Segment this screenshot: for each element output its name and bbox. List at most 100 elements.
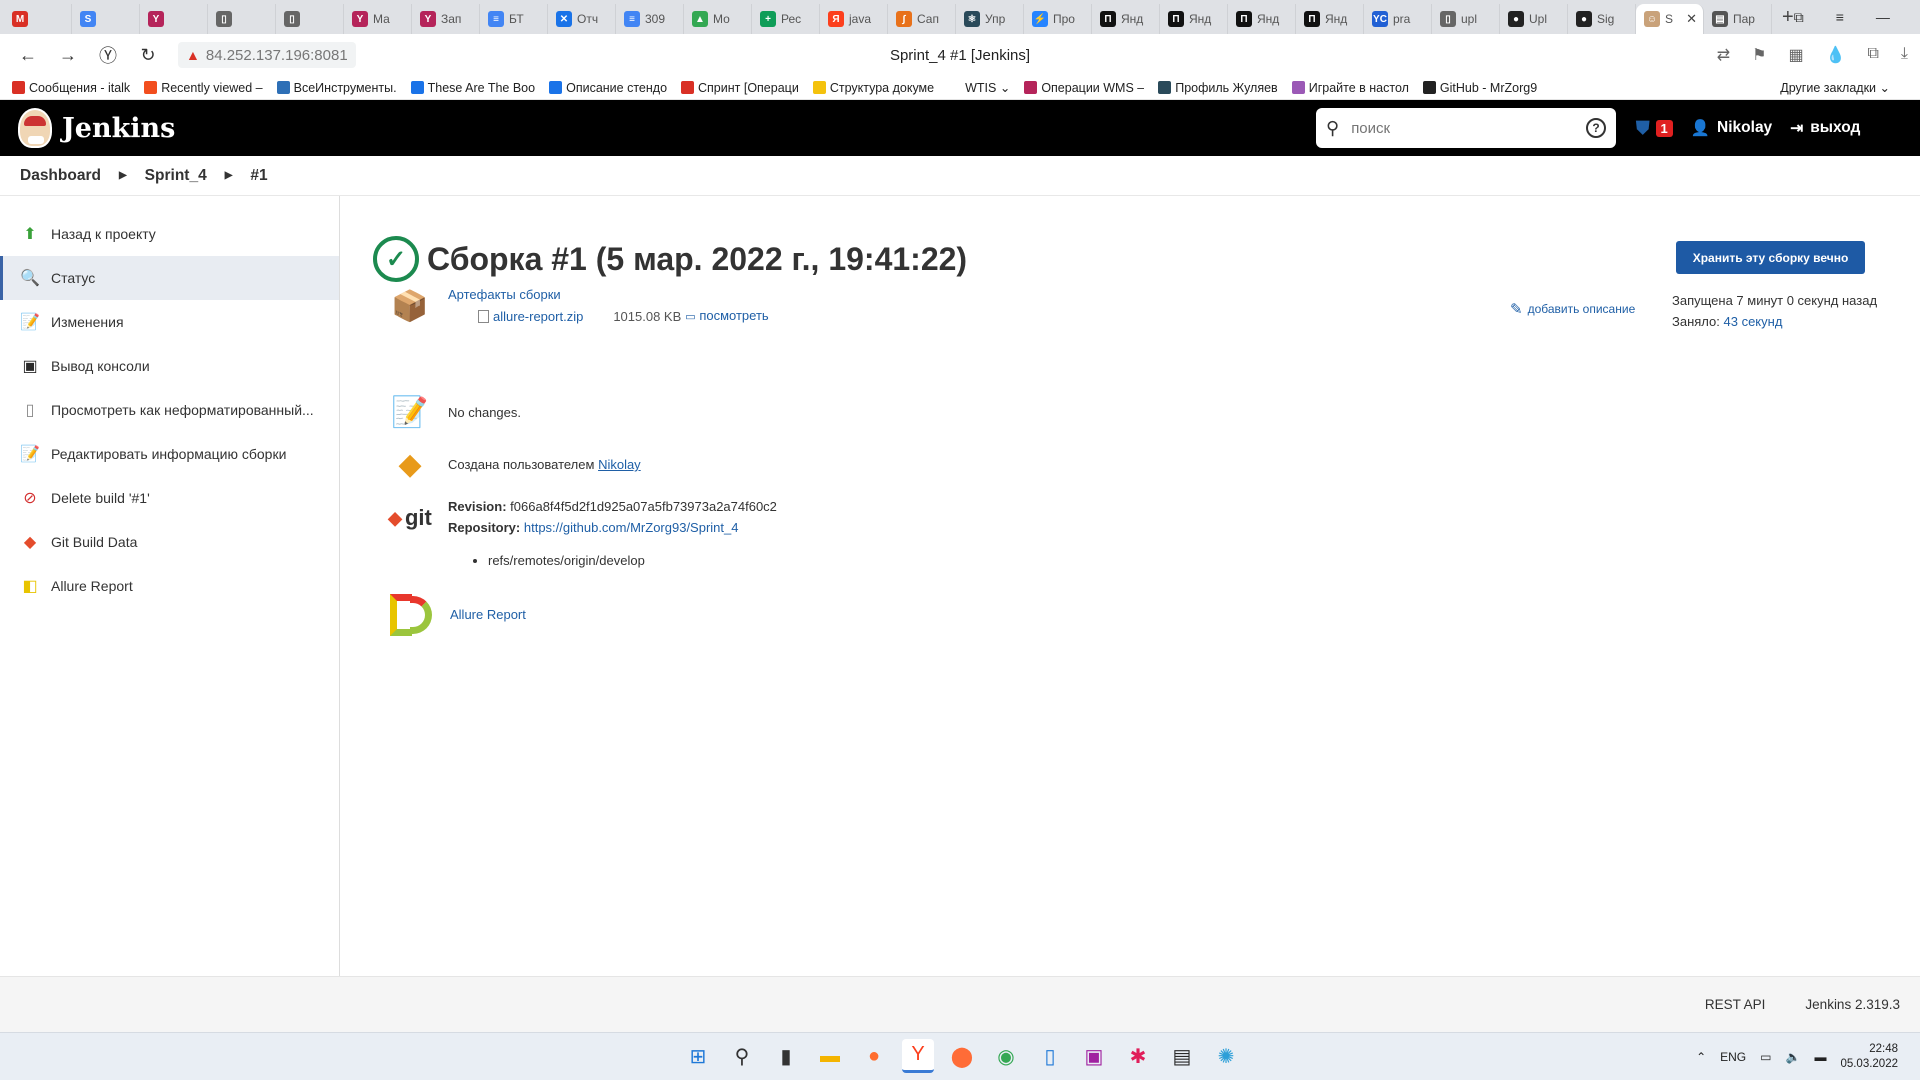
bookmark-icon[interactable]: ⚑: [1752, 45, 1766, 65]
new-tab-button[interactable]: +: [1782, 3, 1794, 31]
search-taskbar-icon[interactable]: ⚲: [726, 1039, 758, 1073]
artifact-file-link[interactable]: allure-report.zip: [493, 306, 583, 327]
browser-tab[interactable]: ≡ 309: [616, 4, 684, 34]
bookmark-item[interactable]: Операции WMS –: [1024, 80, 1144, 95]
browser-tab[interactable]: ☺ S ✕: [1636, 4, 1704, 34]
bookmark-item[interactable]: Описание стендо: [549, 80, 667, 95]
browser-tab[interactable]: ✕ Отч: [548, 4, 616, 34]
browser-tab[interactable]: ● Sig: [1568, 4, 1636, 34]
close-tab-icon[interactable]: ✕: [1686, 11, 1697, 27]
display-icon[interactable]: ▭: [1760, 1050, 1771, 1064]
allure-report-link[interactable]: Allure Report: [450, 607, 526, 622]
browser-tab[interactable]: Y Ма: [344, 4, 412, 34]
menu-icon[interactable]: ≡: [1836, 9, 1844, 26]
artifact-view-link[interactable]: ▭ посмотреть: [685, 305, 768, 328]
browser-tab[interactable]: M: [4, 4, 72, 34]
keep-build-forever-button[interactable]: Хранить эту сборку вечно: [1676, 241, 1865, 274]
downloads-icon[interactable]: ⤓: [1901, 45, 1908, 65]
rest-api-link[interactable]: REST API: [1705, 997, 1766, 1012]
collections-icon[interactable]: ⧉: [1867, 45, 1878, 65]
browser-tab[interactable]: П Янд: [1228, 4, 1296, 34]
bookmark-item[interactable]: Структура докуме: [812, 80, 934, 95]
sidebar-item[interactable]: ⬆ Назад к проекту: [0, 212, 339, 256]
yandex-browser-icon[interactable]: Y: [902, 1039, 934, 1073]
minimize-icon[interactable]: —: [1876, 9, 1890, 26]
tab-list-icon[interactable]: ⧉: [1794, 9, 1804, 26]
sidebar-item[interactable]: 📝 Изменения: [0, 300, 339, 344]
chrome-icon[interactable]: ◉: [990, 1039, 1022, 1073]
search-input[interactable]: [1351, 119, 1586, 137]
clock[interactable]: 22:48 05.03.2022: [1840, 1042, 1898, 1072]
insecure-warning-icon[interactable]: ▲: [186, 47, 200, 63]
bookmark-item[interactable]: Играйте в настол: [1291, 80, 1409, 95]
jenkins-version-link[interactable]: Jenkins 2.319.3: [1805, 997, 1900, 1012]
jenkins-home-link[interactable]: Jenkins: [18, 108, 175, 148]
volume-icon[interactable]: 🔈: [1785, 1050, 1800, 1064]
tray-chevron-icon[interactable]: ⌃: [1696, 1050, 1706, 1064]
sidebar-item[interactable]: ▣ Вывод консоли: [0, 344, 339, 388]
browser-tab[interactable]: ▯: [276, 4, 344, 34]
browser-tab[interactable]: ≡ БТ: [480, 4, 548, 34]
language-indicator[interactable]: ENG: [1720, 1050, 1746, 1064]
protect-icon[interactable]: 💧: [1826, 45, 1846, 65]
bookmark-item[interactable]: ВсеИнструменты.: [276, 80, 397, 95]
created-by-user-link[interactable]: Nikolay: [598, 457, 641, 472]
sidebar-item[interactable]: 🔍 Статус: [0, 256, 339, 300]
network-app-icon[interactable]: ✺: [1210, 1039, 1242, 1073]
address-bar[interactable]: ▲ 84.252.137.196:8081: [178, 42, 356, 68]
browser-tab[interactable]: ▯: [208, 4, 276, 34]
task-view-icon[interactable]: ▮: [770, 1039, 802, 1073]
logout-link[interactable]: ⇥ выход: [1790, 119, 1860, 138]
bookmark-item[interactable]: GitHub - MrZorg9: [1422, 80, 1537, 95]
browser-tab[interactable]: Яjava: [820, 4, 888, 34]
sidebar-item[interactable]: 📝 Редактировать информацию сборки: [0, 432, 339, 476]
browser-tab[interactable]: ▯ upl: [1432, 4, 1500, 34]
browser-tab[interactable]: S: [72, 4, 140, 34]
breadcrumb-dashboard[interactable]: Dashboard: [20, 167, 101, 185]
sidebar-item[interactable]: ▯ Просмотреть как неформатированный...: [0, 388, 339, 432]
intellij-icon[interactable]: ▣: [1078, 1039, 1110, 1073]
bookmark-item[interactable]: Сообщения - italk: [12, 80, 130, 95]
browser-tab[interactable]: ∫ Сап: [888, 4, 956, 34]
bookmark-item[interactable]: WTIS ⌄: [948, 80, 1010, 95]
extensions-icon[interactable]: ▦: [1788, 45, 1803, 65]
bookmark-item[interactable]: Профиль Жуляев: [1158, 80, 1278, 95]
browser-tab[interactable]: ▤ Пар: [1704, 4, 1772, 34]
browser-tab[interactable]: Y: [140, 4, 208, 34]
bookmark-item[interactable]: These Are The Boo: [410, 80, 535, 95]
browser-tab[interactable]: П Янд: [1092, 4, 1160, 34]
forward-icon[interactable]: →: [52, 39, 84, 71]
terminal-taskbar-icon[interactable]: ▤: [1166, 1039, 1198, 1073]
file-explorer-icon[interactable]: ▬: [814, 1039, 846, 1073]
bookmark-item[interactable]: Спринт [Операци: [681, 80, 799, 95]
breadcrumb-project[interactable]: Sprint_4: [145, 167, 207, 185]
translate-icon[interactable]: ⇄: [1717, 45, 1730, 65]
browser-tab[interactable]: ⚛ Упр: [956, 4, 1024, 34]
user-link[interactable]: 👤 Nikolay: [1691, 119, 1772, 138]
battery-icon[interactable]: ▬: [1814, 1050, 1826, 1064]
bookmark-item[interactable]: Recently viewed –: [144, 80, 263, 95]
repository-link[interactable]: https://github.com/MrZorg93/Sprint_4: [524, 520, 739, 535]
slack-icon[interactable]: ✱: [1122, 1039, 1154, 1073]
firefox-icon[interactable]: ●: [858, 1039, 890, 1073]
security-alert-button[interactable]: ⛊ 1: [1636, 118, 1673, 139]
postman-icon[interactable]: ⬤: [946, 1039, 978, 1073]
start-icon[interactable]: ⊞: [682, 1039, 714, 1073]
yandex-icon[interactable]: Ⓨ: [92, 39, 124, 71]
breadcrumb-build[interactable]: #1: [250, 167, 267, 185]
add-description-link[interactable]: ✎ добавить описание: [1510, 300, 1635, 318]
back-icon[interactable]: ←: [12, 39, 44, 71]
reload-icon[interactable]: ↻: [132, 39, 164, 71]
browser-tab[interactable]: П Янд: [1296, 4, 1364, 34]
sidebar-item[interactable]: ◧ Allure Report: [0, 564, 339, 608]
sidebar-item[interactable]: ⊘ Delete build '#1': [0, 476, 339, 520]
took-value-link[interactable]: 43 секунд: [1724, 314, 1783, 329]
browser-tab[interactable]: П Янд: [1160, 4, 1228, 34]
phone-icon[interactable]: ▯: [1034, 1039, 1066, 1073]
browser-tab[interactable]: ⚡ Про: [1024, 4, 1092, 34]
artifacts-link[interactable]: Артефакты сборки: [448, 287, 561, 302]
help-icon[interactable]: ?: [1586, 118, 1606, 138]
sidebar-item[interactable]: ◆ Git Build Data: [0, 520, 339, 564]
browser-tab[interactable]: ▲ Мо: [684, 4, 752, 34]
browser-tab[interactable]: Y Зап: [412, 4, 480, 34]
